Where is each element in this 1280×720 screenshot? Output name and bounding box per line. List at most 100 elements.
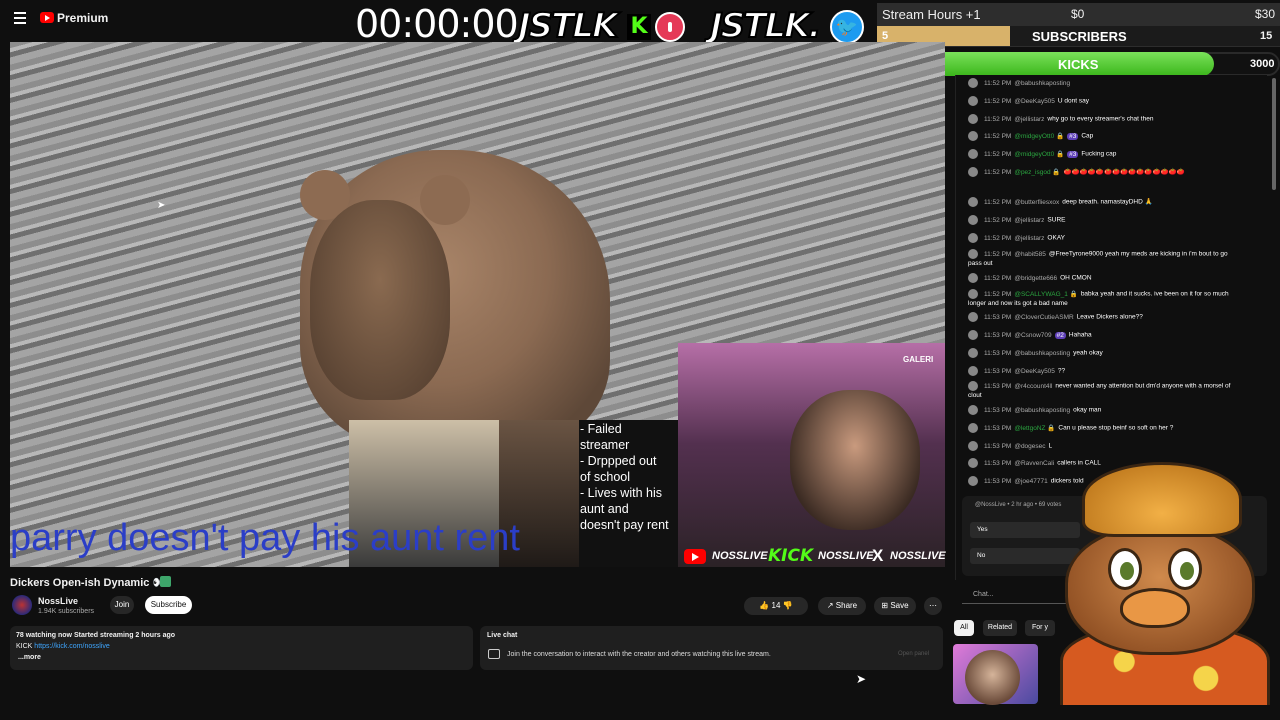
share-button[interactable]: ↗ Share: [818, 597, 866, 615]
chat-avatar[interactable]: [968, 249, 978, 259]
channel-avatar[interactable]: [12, 595, 32, 615]
video-title: Dickers Open-ish Dynamic 👀: [10, 577, 167, 589]
chat-avatar[interactable]: [968, 423, 978, 433]
chat-message: 11:53 PM @Csnow709 #2 Hahaha: [968, 330, 1233, 340]
description-more[interactable]: ...more: [18, 654, 41, 661]
chat-user[interactable]: @midgeyOtt0 🔒: [1014, 133, 1064, 140]
chat-avatar[interactable]: [968, 167, 978, 177]
chat-avatar[interactable]: [968, 458, 978, 468]
chat-text: Cap: [1081, 132, 1094, 140]
chat-user[interactable]: @babushkaposting: [1014, 80, 1070, 87]
jstlk-logo-right: JSTLK.: [709, 5, 822, 47]
chat-time: 11:52 PM: [984, 132, 1012, 140]
save-button[interactable]: ⊞ Save: [874, 597, 916, 615]
chat-user[interactable]: @DeeKay505: [1014, 368, 1055, 375]
chat-user[interactable]: @jellistarz: [1014, 116, 1044, 123]
chat-time: 11:53 PM: [984, 313, 1012, 321]
video-caption: parry doesn't pay his aunt rent: [10, 517, 520, 559]
chat-avatar[interactable]: [968, 441, 978, 451]
chat-message: 11:52 PM @SCALLYWAG_1 🔒 babka yeah and it …: [968, 289, 1233, 308]
chat-avatar[interactable]: [968, 366, 978, 376]
chat-user[interactable]: @CloverCutieASMR: [1014, 314, 1073, 321]
social-handle-x: NOSSLIVE: [890, 550, 946, 562]
poll-no-option[interactable]: [970, 548, 1080, 564]
chat-text: SURE: [1047, 216, 1066, 224]
description-kick-line: KICK https://kick.com/nosslive: [16, 643, 110, 650]
chat-avatar[interactable]: [968, 330, 978, 340]
bear-ear: [420, 175, 470, 225]
chat-user[interactable]: @bridgette666: [1014, 275, 1057, 282]
chat-input-placeholder: Chat...: [973, 591, 994, 598]
tab-for-you[interactable]: For y: [1025, 620, 1055, 636]
chat-message: 11:53 PM @dogesec L: [968, 441, 1233, 451]
tab-all[interactable]: All: [954, 620, 974, 636]
kick-label: KICK: [16, 643, 35, 650]
social-handle-youtube: NOSSLIVE: [712, 550, 768, 562]
chat-avatar[interactable]: [968, 78, 978, 88]
channel-subscribers: 1.94K subscribers: [38, 608, 95, 615]
chat-avatar[interactable]: [968, 131, 978, 141]
youtube-logo-icon[interactable]: [40, 12, 54, 23]
chat-user[interactable]: @lettgoNZ 🔒: [1014, 425, 1055, 432]
chat-time: 11:52 PM: [984, 198, 1012, 206]
channel-name[interactable]: NossLive: [38, 596, 78, 606]
chat-avatar[interactable]: [968, 348, 978, 358]
chat-user[interactable]: @butterfliesxox: [1014, 199, 1059, 206]
chat-user[interactable]: @DeeKay505: [1014, 98, 1055, 105]
chat-user[interactable]: @RavvenCali: [1014, 460, 1054, 467]
chat-user[interactable]: @SCALLYWAG_1 🔒: [1014, 291, 1077, 298]
chat-user[interactable]: @babushkaposting: [1014, 350, 1070, 357]
chat-avatar[interactable]: [968, 96, 978, 106]
dislike-icon[interactable]: 👎: [783, 601, 793, 610]
chat-scrollbar[interactable]: [1272, 78, 1276, 190]
chat-avatar[interactable]: [968, 215, 978, 225]
record-icon: [655, 12, 685, 42]
chat-badge: #2: [1054, 331, 1066, 339]
chat-badge: #3: [1067, 132, 1079, 140]
chat-user[interactable]: @dogesec: [1014, 443, 1045, 450]
kicks-goal-label: KICKS: [1058, 57, 1099, 72]
mascot-hat: [1082, 462, 1242, 537]
chat-avatar[interactable]: [968, 233, 978, 243]
chat-time: 11:53 PM: [984, 406, 1012, 414]
chat-user[interactable]: @pez_isgod 🔒: [1014, 169, 1060, 176]
mouse-cursor-icon: ➤: [856, 672, 867, 686]
chat-message: 11:52 PM @midgeyOtt0 🔒 #3 Fucking cap: [968, 149, 1233, 159]
chat-user[interactable]: @joe47771: [1014, 478, 1047, 485]
chat-user[interactable]: @jellistarz: [1014, 235, 1044, 242]
mascot-pupil: [1180, 562, 1194, 580]
chat-avatar[interactable]: [968, 381, 978, 391]
chat-user[interactable]: @jellistarz: [1014, 217, 1044, 224]
open-panel-button[interactable]: Open panel: [898, 651, 929, 657]
tab-related[interactable]: Related: [983, 620, 1017, 636]
chat-user[interactable]: @Csnow709: [1014, 332, 1051, 339]
chat-user[interactable]: @midgeyOtt0 🔒: [1014, 151, 1064, 158]
more-actions-button[interactable]: ⋯: [924, 597, 942, 615]
kick-link[interactable]: https://kick.com/nosslive: [34, 643, 109, 650]
join-button[interactable]: Join: [110, 596, 134, 614]
chat-avatar[interactable]: [968, 476, 978, 486]
chat-user[interactable]: @habit585: [1014, 251, 1046, 258]
bottom-strip: [0, 705, 1280, 720]
chat-avatar[interactable]: [968, 149, 978, 159]
subscribe-button[interactable]: Subscribe: [145, 596, 192, 614]
chat-message: 11:52 PM @babushkaposting: [968, 78, 1233, 88]
chat-avatar[interactable]: [968, 405, 978, 415]
chat-avatar[interactable]: [968, 114, 978, 124]
chat-user[interactable]: @r4ccount4ll: [1014, 383, 1052, 390]
chat-message: 11:52 PM @DeeKay505 U dont say: [968, 96, 1233, 106]
chat-avatar[interactable]: [968, 312, 978, 322]
menu-icon[interactable]: [14, 12, 26, 24]
chat-time: 11:53 PM: [984, 367, 1012, 375]
chat-text: OKAY: [1047, 234, 1066, 242]
chat-user[interactable]: @babushkaposting: [1014, 407, 1070, 414]
clip-text: - Failed streamer - Drppped out of schoo…: [580, 422, 669, 532]
like-dislike-button[interactable]: 👍 14 👎: [744, 597, 808, 615]
description-stats: 78 watching now Started streaming 2 hour…: [16, 632, 176, 639]
like-count[interactable]: 👍 14: [759, 601, 780, 610]
chat-avatar[interactable]: [968, 273, 978, 283]
chat-avatar[interactable]: [968, 197, 978, 207]
chat-text: Fucking cap: [1081, 150, 1117, 158]
chat-avatar[interactable]: [968, 289, 978, 299]
chat-time: 11:52 PM: [984, 115, 1012, 123]
